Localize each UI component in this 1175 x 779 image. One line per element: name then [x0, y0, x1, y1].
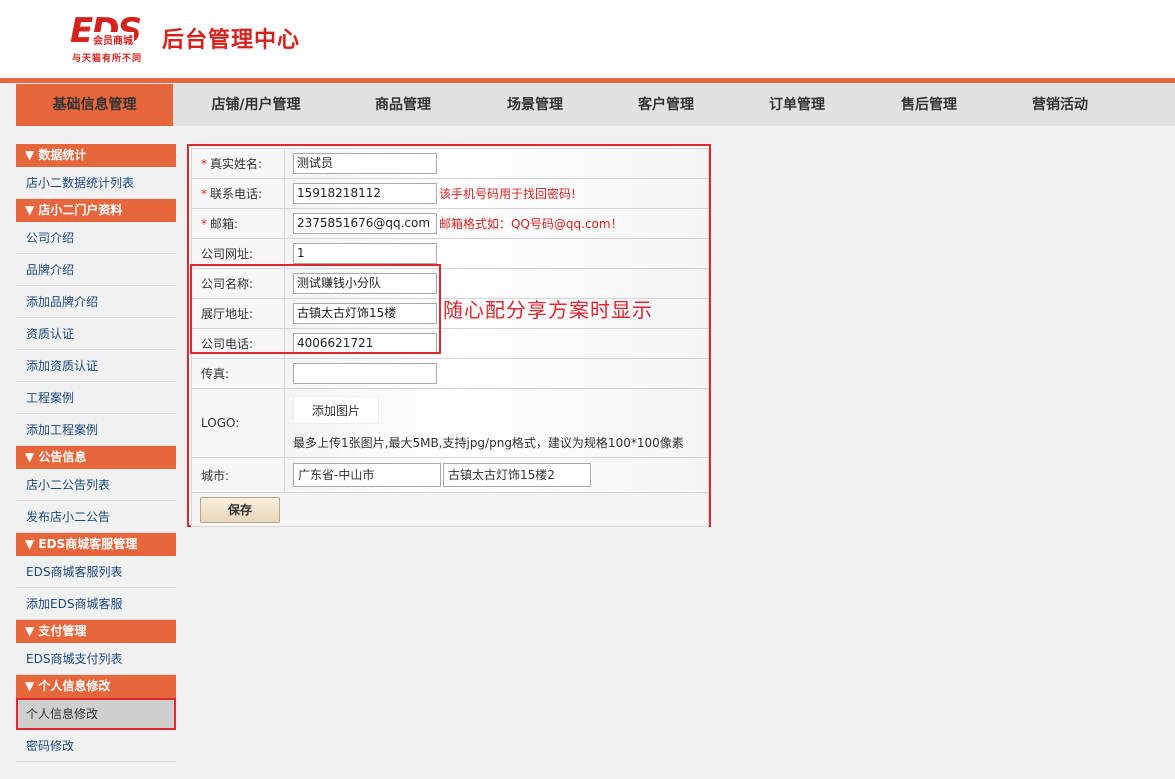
main-nav: 基础信息管理 店铺/用户管理 商品管理 场景管理 客户管理 订单管理 售后管理 … [16, 84, 1175, 126]
form-row-email: * 邮箱: 2375851676@qq.com 邮箱格式如：QQ号码@qq.com！ [191, 208, 709, 239]
sidebar-group-statistics[interactable]: ▼ 数据统计 [16, 144, 176, 167]
phone-label: 联系电话: [210, 187, 263, 201]
showroom-label: 展厅地址: [191, 298, 285, 329]
sidebar-group-profile[interactable]: ▼ 个人信息修改 [16, 675, 176, 698]
nav-customers[interactable]: 客户管理 [603, 84, 729, 126]
form-row-real-name: * 真实姓名: 测试员 [191, 148, 709, 179]
nav-shop-user[interactable]: 店铺/用户管理 [173, 84, 339, 126]
logo-label: LOGO: [191, 388, 285, 458]
nav-after-sales[interactable]: 售后管理 [865, 84, 993, 126]
real-name-label: 真实姓名: [210, 157, 263, 171]
email-label: 邮箱: [210, 217, 239, 231]
profile-form-table: * 真实姓名: 测试员 * 联系电话: 15918218112 该手机号码用于找回密码… [191, 148, 709, 527]
nav-products[interactable]: 商品管理 [339, 84, 467, 126]
sidebar-item-change-password[interactable]: 密码修改 [16, 730, 176, 762]
province-city-select[interactable]: 广东省-中山市 [293, 463, 441, 487]
sidebar: ▼ 数据统计 店小二数据统计列表 ▼ 店小二门户资料 公司介绍 品牌介绍 添加品… [16, 144, 176, 762]
form-row-actions: 保存 [191, 492, 709, 527]
required-mark: * [201, 187, 207, 201]
profile-form: * 真实姓名: 测试员 * 联系电话: 15918218112 该手机号码用于找回密码… [187, 144, 711, 527]
form-row-phone: * 联系电话: 15918218112 该手机号码用于找回密码! [191, 178, 709, 209]
sidebar-group-notices[interactable]: ▼ 公告信息 [16, 446, 176, 469]
sidebar-item-notice-list[interactable]: 店小二公告列表 [16, 469, 176, 501]
sidebar-group-payment[interactable]: ▼ 支付管理 [16, 620, 176, 643]
sidebar-item-service-list[interactable]: EDS商城客服列表 [16, 556, 176, 588]
save-button[interactable]: 保存 [200, 496, 280, 523]
website-input[interactable]: 1 [293, 243, 437, 264]
sidebar-item-publish-notice[interactable]: 发布店小二公告 [16, 501, 176, 533]
sidebar-item-cases[interactable]: 工程案例 [16, 382, 176, 414]
sidebar-item-edit-profile[interactable]: 个人信息修改 [16, 698, 176, 730]
email-hint: 邮箱格式如：QQ号码@qq.com！ [439, 217, 623, 231]
sidebar-item-add-case[interactable]: 添加工程案例 [16, 414, 176, 446]
form-row-fax: 传真: [191, 358, 709, 389]
nav-marketing[interactable]: 营销活动 [993, 84, 1127, 126]
nav-scenes[interactable]: 场景管理 [467, 84, 603, 126]
website-label: 公司网址: [191, 238, 285, 269]
address-input[interactable]: 古镇太古灯饰15楼2 [443, 463, 591, 487]
upload-note: 最多上传1张图片,最大5MB,支持jpg/png格式，建议为规格100*100像… [293, 435, 684, 450]
sidebar-group-portal[interactable]: ▼ 店小二门户资料 [16, 199, 176, 222]
sidebar-item-brand-intro[interactable]: 品牌介绍 [16, 254, 176, 286]
sidebar-item-add-certification[interactable]: 添加资质认证 [16, 350, 176, 382]
form-row-company-phone: 公司电话: 4006621721 [191, 328, 709, 359]
header-divider [0, 78, 1175, 83]
required-mark: * [201, 217, 207, 231]
nav-orders[interactable]: 订单管理 [729, 84, 865, 126]
company-name-input[interactable]: 测试赚钱小分队 [293, 273, 437, 294]
nav-basic-info[interactable]: 基础信息管理 [16, 84, 173, 126]
sidebar-item-add-service[interactable]: 添加EDS商城客服 [16, 588, 176, 620]
sidebar-item-certification[interactable]: 资质认证 [16, 318, 176, 350]
sidebar-group-service[interactable]: ▼ EDS商城客服管理 [16, 533, 176, 556]
annotation-text: 随心配分享方案时显示 [443, 298, 653, 322]
site-title: 后台管理中心 [162, 28, 301, 53]
real-name-input[interactable]: 测试员 [293, 153, 437, 174]
logo-sub: 会员商城 [92, 32, 134, 47]
add-image-button[interactable]: 添加图片 [293, 395, 379, 424]
form-row-website: 公司网址: 1 [191, 238, 709, 269]
phone-hint: 该手机号码用于找回密码! [439, 187, 576, 201]
sidebar-item-add-brand[interactable]: 添加品牌介绍 [16, 286, 176, 318]
company-name-label: 公司名称: [191, 268, 285, 299]
email-input[interactable]: 2375851676@qq.com [293, 213, 437, 234]
logo[interactable]: EDS 会员商城 与天猫有所不同 后台管理中心 [70, 12, 310, 64]
form-row-logo: LOGO: 添加图片 最多上传1张图片,最大5MB,支持jpg/png格式，建议… [191, 388, 709, 458]
form-row-city: 城市: 广东省-中山市 古镇太古灯饰15楼2 [191, 457, 709, 493]
logo-tagline: 与天猫有所不同 [72, 54, 143, 64]
required-mark: * [201, 157, 207, 171]
sidebar-item-stats-list[interactable]: 店小二数据统计列表 [16, 167, 176, 199]
header: EDS 会员商城 与天猫有所不同 后台管理中心 [0, 0, 1175, 78]
fax-input[interactable] [293, 363, 437, 384]
city-label: 城市: [191, 457, 285, 493]
sidebar-item-payment-list[interactable]: EDS商城支付列表 [16, 643, 176, 675]
company-phone-label: 公司电话: [191, 328, 285, 359]
phone-input[interactable]: 15918218112 [293, 183, 437, 204]
sidebar-item-company-intro[interactable]: 公司介绍 [16, 222, 176, 254]
company-phone-input[interactable]: 4006621721 [293, 333, 437, 354]
fax-label: 传真: [191, 358, 285, 389]
showroom-input[interactable]: 古镇太古灯饰15楼 [293, 303, 437, 324]
